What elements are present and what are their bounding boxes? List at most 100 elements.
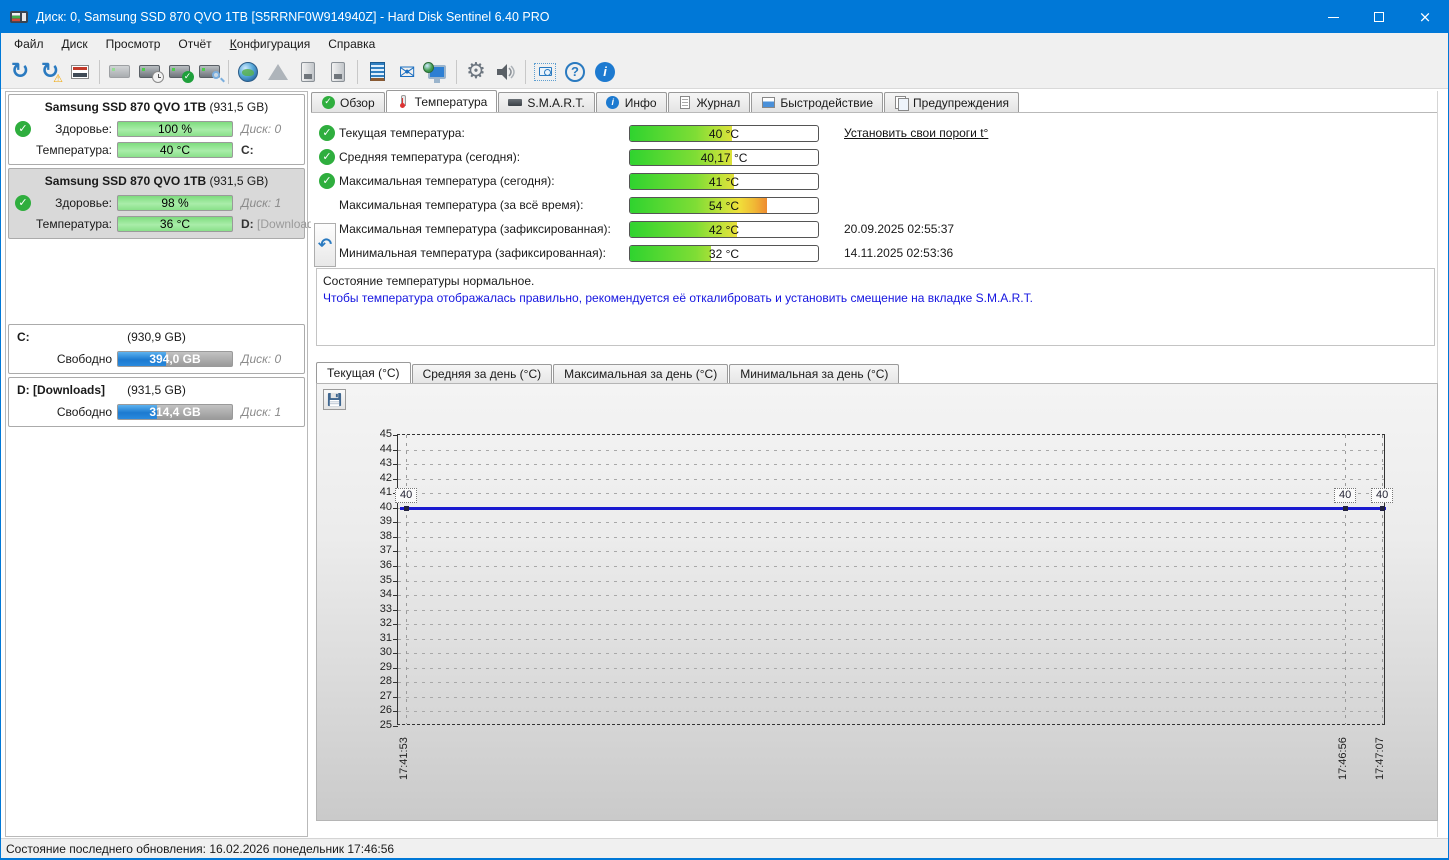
temperature-gauge: 40 °C — [117, 142, 233, 158]
y-axis-tick-label: 30 — [364, 646, 392, 658]
menu-view[interactable]: Просмотр — [97, 34, 170, 54]
disk-surface-test-button[interactable] — [194, 58, 224, 86]
toolbar-separator — [525, 60, 526, 84]
ok-icon: ✓ — [319, 149, 335, 165]
status-line-2: Чтобы температура отображалась правильно… — [323, 290, 1428, 307]
menu-report[interactable]: Отчёт — [169, 34, 220, 54]
y-axis-tick-label: 35 — [364, 574, 392, 586]
about-button[interactable]: i — [590, 58, 620, 86]
report-window-icon — [71, 65, 89, 79]
tab-log[interactable]: Журнал — [668, 92, 751, 112]
speaker-icon — [495, 62, 517, 82]
chart-tab-daily-min[interactable]: Минимальная за день (°C) — [729, 364, 899, 383]
journal-button[interactable] — [362, 58, 392, 86]
info-icon: i — [595, 62, 615, 82]
help-button[interactable]: ? — [560, 58, 590, 86]
y-axis-tick-label: 45 — [364, 428, 392, 440]
mail-icon: ✉ — [399, 62, 416, 82]
partition-title: C: (930,9 GB) — [13, 327, 300, 348]
ok-icon: ✓ — [319, 173, 335, 189]
status-bar: Состояние последнего обновления: 16.02.2… — [1, 838, 1448, 858]
pyramid-icon — [268, 64, 288, 80]
menu-help[interactable]: Справка — [319, 34, 384, 54]
menu-file[interactable]: Файл — [5, 34, 53, 54]
temperature-gauge: 36 °C — [117, 216, 233, 232]
disk-power-button[interactable] — [323, 58, 353, 86]
disk-number-label: Диск: 0 — [233, 352, 300, 366]
journal-icon — [370, 62, 385, 81]
free-space-gauge: 314,4 GB — [117, 404, 233, 420]
tab-bar: ✓Обзор Температура S.M.A.R.T. iИнфо Журн… — [311, 91, 1437, 113]
tab-smart[interactable]: S.M.A.R.T. — [498, 92, 594, 112]
screenshot-button[interactable] — [530, 58, 560, 86]
temperature-label: Температура: — [33, 143, 117, 157]
archive-button[interactable] — [263, 58, 293, 86]
y-axis-tick-label: 37 — [364, 544, 392, 556]
disk-panel-0[interactable]: Samsung SSD 870 QVO 1TB (931,5 GB) ✓ Здо… — [8, 94, 305, 165]
maximize-button[interactable] — [1356, 1, 1402, 33]
tab-alerts[interactable]: Предупреждения — [884, 92, 1019, 112]
y-axis-tick-label: 34 — [364, 588, 392, 600]
refresh-warning-button[interactable]: ↻⚠ — [35, 58, 65, 86]
health-label: Здоровье: — [33, 122, 117, 136]
toolbar-separator — [456, 60, 457, 84]
report-window-button[interactable] — [65, 58, 95, 86]
help-icon: ? — [565, 62, 585, 82]
y-axis-tick-label: 29 — [364, 661, 392, 673]
chart-tab-daily-max[interactable]: Максимальная за день (°C) — [553, 364, 728, 383]
tab-temperature[interactable]: Температура — [386, 90, 498, 112]
minimize-button[interactable] — [1310, 1, 1356, 33]
temperature-series-line — [400, 507, 1386, 510]
reset-recorded-temps-button[interactable]: ↶ — [314, 223, 336, 267]
tab-info[interactable]: iИнфо — [596, 92, 667, 112]
close-button[interactable]: × — [1402, 1, 1448, 33]
x-axis-time-label: 17:46:56 — [1336, 732, 1350, 780]
chart-tab-bar: Текущая (°C) Средняя за день (°C) Максим… — [316, 362, 900, 383]
free-space-gauge: 394,0 GB — [117, 351, 233, 367]
tab-overview[interactable]: ✓Обзор — [311, 92, 385, 112]
tab-performance[interactable]: Быстродействие — [751, 92, 883, 112]
spacer — [8, 242, 305, 324]
network-disk-button[interactable] — [233, 58, 263, 86]
chart-tab-current[interactable]: Текущая (°C) — [316, 362, 411, 383]
drive-letter-label: C: — [233, 143, 300, 157]
network-status-button[interactable] — [422, 58, 452, 86]
globe-disk-icon — [238, 62, 258, 82]
chart-tab-daily-average[interactable]: Средняя за день (°C) — [412, 364, 553, 383]
temperature-gauge: 41 °C — [629, 173, 819, 190]
save-chart-button[interactable] — [323, 389, 346, 410]
minimize-icon — [1328, 17, 1339, 18]
partition-panel-c[interactable]: C: (930,9 GB) Свободно 394,0 GB Диск: 0 — [8, 324, 305, 374]
disk-power-icon — [331, 62, 345, 82]
disk-accept-button[interactable]: ✓ — [164, 58, 194, 86]
free-space-label: Свободно — [33, 405, 117, 419]
refresh-icon: ↻ — [11, 61, 29, 83]
menu-configuration[interactable]: Конфигурация — [221, 34, 320, 54]
toolbar-separator — [228, 60, 229, 84]
partition-title: D: [Downloads] (931,5 GB) — [13, 380, 300, 401]
sound-button[interactable] — [491, 58, 521, 86]
set-thresholds-link[interactable]: Установить свои пороги t° — [844, 126, 988, 140]
disk-eject-button[interactable] — [293, 58, 323, 86]
disk-overview-button[interactable] — [104, 58, 134, 86]
partition-panel-d[interactable]: D: [Downloads] (931,5 GB) Свободно 314,4… — [8, 377, 305, 427]
disk-panel-1[interactable]: Samsung SSD 870 QVO 1TB (931,5 GB) ✓ Здо… — [8, 168, 305, 239]
menu-disk[interactable]: Диск — [53, 34, 97, 54]
recorded-date: 14.11.2025 02:53:36 — [844, 246, 953, 260]
disk-schedule-button[interactable] — [134, 58, 164, 86]
close-icon: × — [1419, 10, 1432, 25]
disk-title: Samsung SSD 870 QVO 1TB (931,5 GB) — [13, 97, 300, 118]
refresh-button[interactable]: ↻ — [5, 58, 35, 86]
disk-title: Samsung SSD 870 QVO 1TB (931,5 GB) — [13, 171, 300, 192]
mail-button[interactable]: ✉ — [392, 58, 422, 86]
disk-eject-icon — [301, 62, 315, 82]
x-axis-time-label: 17:41:53 — [397, 732, 411, 780]
y-axis-tick-label: 44 — [364, 443, 392, 455]
temperature-status-box: Состояние температуры нормальное. Чтобы … — [316, 268, 1435, 346]
temperature-gauge: 32 °C — [629, 245, 819, 262]
network-monitor-icon — [428, 65, 446, 79]
spacer — [15, 216, 31, 232]
y-axis-tick-label: 31 — [364, 632, 392, 644]
y-axis-tick-label: 42 — [364, 472, 392, 484]
settings-button[interactable]: ⚙ — [461, 58, 491, 86]
